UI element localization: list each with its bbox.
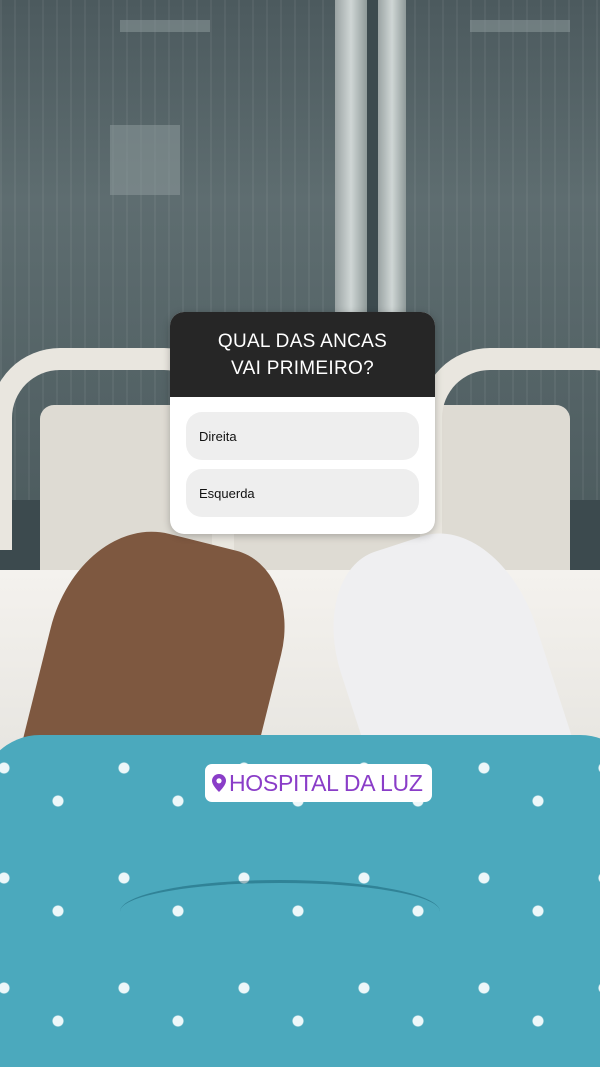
quiz-option-esquerda[interactable]: Esquerda [186, 469, 419, 517]
ceiling-fixture [120, 20, 210, 32]
quiz-options: Direita Esquerda [170, 397, 435, 517]
ceiling-fixture [470, 20, 570, 32]
quiz-option-label: Direita [199, 428, 237, 444]
location-label: HOSPITAL DA LUZ [229, 769, 423, 796]
gown-fold [120, 880, 440, 943]
location-pin-icon [212, 774, 226, 792]
quiz-option-label: Esquerda [199, 485, 255, 501]
quiz-sticker: QUAL DAS ANCAS VAI PRIMEIRO? Direita Esq… [170, 312, 435, 534]
quiz-header: QUAL DAS ANCAS VAI PRIMEIRO? [170, 312, 435, 397]
medical-equipment [110, 125, 180, 195]
bed-rail-right [420, 348, 600, 550]
quiz-option-direita[interactable]: Direita [186, 412, 419, 460]
quiz-question: QUAL DAS ANCAS VAI PRIMEIRO? [217, 330, 388, 379]
location-sticker[interactable]: HOSPITAL DA LUZ [205, 764, 432, 802]
